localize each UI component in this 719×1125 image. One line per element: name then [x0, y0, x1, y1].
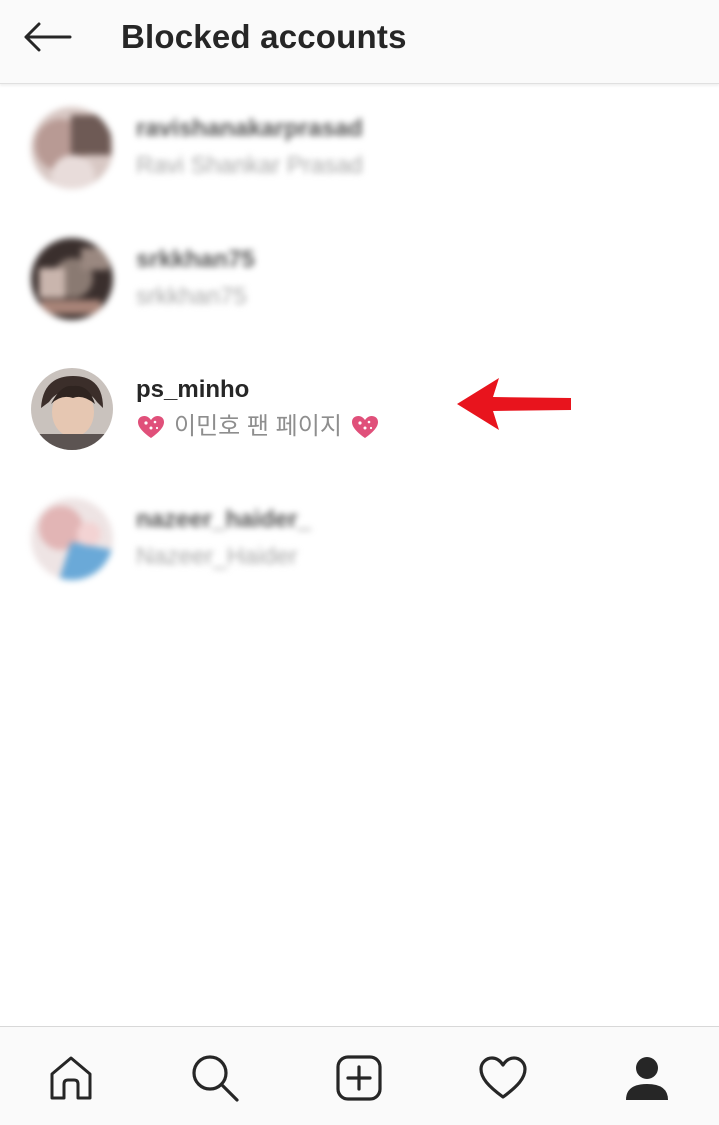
account-full-name: Ravi Shankar Prasad [136, 152, 363, 179]
bottom-navigation [0, 1026, 719, 1125]
account-full-name: Nazeer_Haider [136, 543, 298, 570]
avatar [31, 368, 113, 450]
avatar [31, 107, 113, 189]
back-button[interactable] [20, 16, 74, 58]
blocked-accounts-screen: Blocked accounts ravishanakarprasad Ravi… [0, 0, 719, 1125]
account-username: ps_minho [136, 376, 250, 403]
app-header: Blocked accounts [0, 0, 719, 84]
blocked-account-row[interactable]: ps_minho 이민호 팬 페이지 [0, 368, 719, 488]
red-arrow-annotation [457, 378, 571, 430]
avatar [31, 238, 113, 320]
nav-home[interactable] [44, 1051, 98, 1105]
page-title: Blocked accounts [121, 18, 407, 55]
avatar [31, 498, 113, 580]
nav-profile[interactable] [620, 1051, 674, 1105]
heart-icon [479, 1056, 527, 1099]
account-username: ravishanakarprasad [136, 115, 363, 142]
sparkling-heart-icon [351, 416, 378, 438]
blocked-account-row[interactable]: ravishanakarprasad Ravi Shankar Prasad [0, 107, 719, 227]
blocked-account-row[interactable]: nazeer_haider_ Nazeer_Haider [0, 498, 719, 618]
account-full-name: 이민호 팬 페이지 [136, 412, 380, 442]
sparkling-heart-icon [138, 416, 164, 438]
new-post-icon [336, 1055, 382, 1101]
nav-search[interactable] [188, 1051, 242, 1105]
account-username: nazeer_haider_ [136, 506, 311, 533]
home-icon [50, 1056, 92, 1100]
nav-activity[interactable] [476, 1051, 530, 1105]
account-username: srkkhan75 [136, 246, 255, 273]
search-icon [192, 1055, 239, 1102]
account-full-name: srkkhan75 [136, 283, 247, 310]
nav-new-post[interactable] [332, 1051, 386, 1105]
profile-icon [626, 1057, 668, 1100]
arrow-left-icon [24, 22, 72, 52]
blocked-account-row[interactable]: srkkhan75 srkkhan75 [0, 238, 719, 358]
